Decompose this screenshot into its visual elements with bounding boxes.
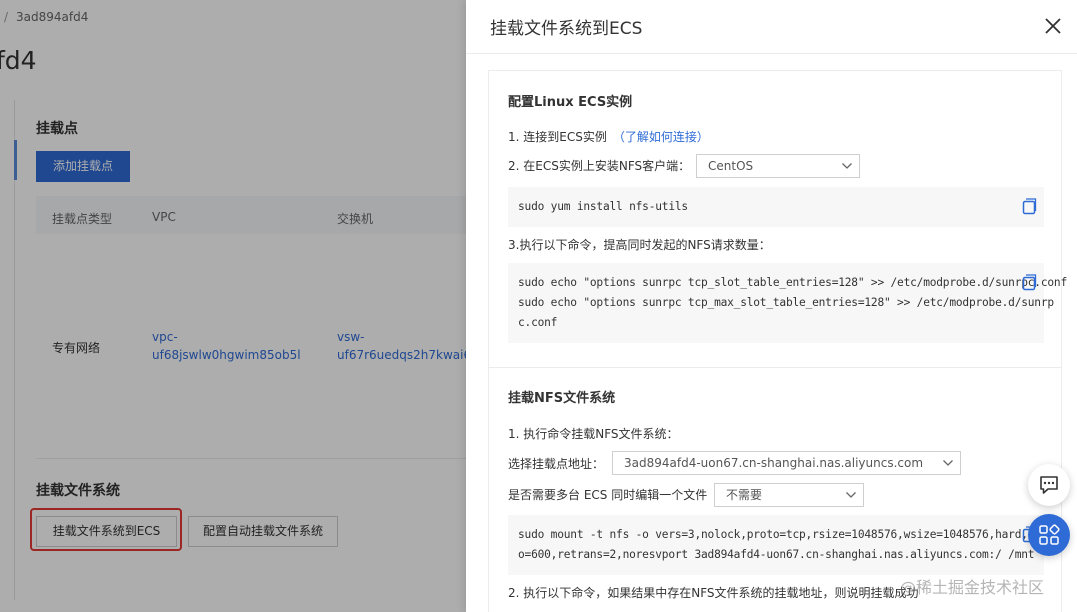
watermark: @稀土掘金技术社区 bbox=[900, 578, 1045, 597]
step-connect: 1. 连接到ECS实例 （了解如何连接） bbox=[508, 128, 709, 145]
mount-address-value: 3ad894afd4-uon67.cn-shanghai.nas.aliyunc… bbox=[624, 456, 924, 470]
step-mount-text: 1. 执行命令挂载NFS文件系统： bbox=[508, 427, 679, 441]
os-select[interactable]: CentOS bbox=[696, 154, 860, 178]
chat-icon bbox=[1040, 476, 1058, 494]
drawer-content-card: 配置Linux ECS实例 1. 连接到ECS实例 （了解如何连接） 2. 在EC… bbox=[488, 70, 1067, 612]
drawer-title: 挂载文件系统到ECS bbox=[490, 19, 643, 39]
multi-ecs-select[interactable]: 不需要 bbox=[714, 483, 864, 507]
install-command: sudo yum install nfs-utils bbox=[518, 200, 688, 213]
install-command-box: sudo yum install nfs-utils bbox=[508, 187, 1044, 227]
address-label: 选择挂载点地址： bbox=[508, 457, 605, 471]
os-select-value: CentOS bbox=[708, 159, 754, 173]
linux-section-title: 配置Linux ECS实例 bbox=[508, 95, 633, 110]
copy-icon[interactable] bbox=[1021, 198, 1037, 216]
nfs-section-title: 挂载NFS文件系统 bbox=[508, 391, 616, 406]
close-icon[interactable] bbox=[1042, 15, 1064, 37]
chevron-down-icon bbox=[943, 460, 953, 466]
section-divider bbox=[489, 367, 1061, 368]
step-connect-text: 1. 连接到ECS实例 bbox=[508, 130, 607, 144]
learn-connect-link[interactable]: （了解如何连接） bbox=[613, 130, 709, 144]
tune-command-line-2: sudo echo "options sunrpc tcp_max_slot_t… bbox=[518, 296, 1054, 309]
modal-overlay[interactable] bbox=[0, 0, 466, 612]
mount-address-select[interactable]: 3ad894afd4-uon67.cn-shanghai.nas.aliyunc… bbox=[612, 451, 961, 475]
tune-command-line-1: sudo echo "options sunrpc tcp_slot_table… bbox=[518, 276, 1067, 289]
step-verify-text: 2. 执行以下命令，如果结果中存在NFS文件系统的挂载地址，则说明挂载成功 bbox=[508, 586, 919, 600]
tune-command-box: sudo echo "options sunrpc tcp_slot_table… bbox=[508, 263, 1067, 343]
copy-icon[interactable] bbox=[1021, 274, 1037, 292]
mount-command-box: sudo mount -t nfs -o vers=3,nolock,proto… bbox=[508, 515, 1054, 575]
drawer-header: 挂载文件系统到ECS bbox=[466, 0, 1077, 54]
mount-command-line-2: o=600,retrans=2,noresvport 3ad894afd4-uo… bbox=[518, 548, 1035, 561]
tune-command-line-3: c.conf bbox=[518, 316, 558, 329]
multi-ecs-value: 不需要 bbox=[726, 488, 763, 502]
feedback-chat-button[interactable] bbox=[1028, 464, 1070, 506]
chevron-down-icon bbox=[846, 492, 856, 498]
step-install-text: 2. 在ECS实例上安装NFS客户端： bbox=[508, 159, 691, 173]
mount-command-line-1: sudo mount -t nfs -o vers=3,nolock,proto… bbox=[518, 528, 1054, 541]
multi-ecs-label: 是否需要多台 ECS 同时编辑一个文件 bbox=[508, 488, 708, 502]
apps-menu-button[interactable] bbox=[1028, 514, 1070, 556]
mount-drawer: 挂载文件系统到ECS 配置Linux ECS实例 1. 连接到ECS实例 （了解如… bbox=[466, 0, 1077, 612]
grid-icon bbox=[1039, 524, 1060, 545]
chevron-down-icon bbox=[842, 163, 852, 169]
step-tune-text: 3.执行以下命令，提高同时发起的NFS请求数量： bbox=[508, 238, 771, 252]
